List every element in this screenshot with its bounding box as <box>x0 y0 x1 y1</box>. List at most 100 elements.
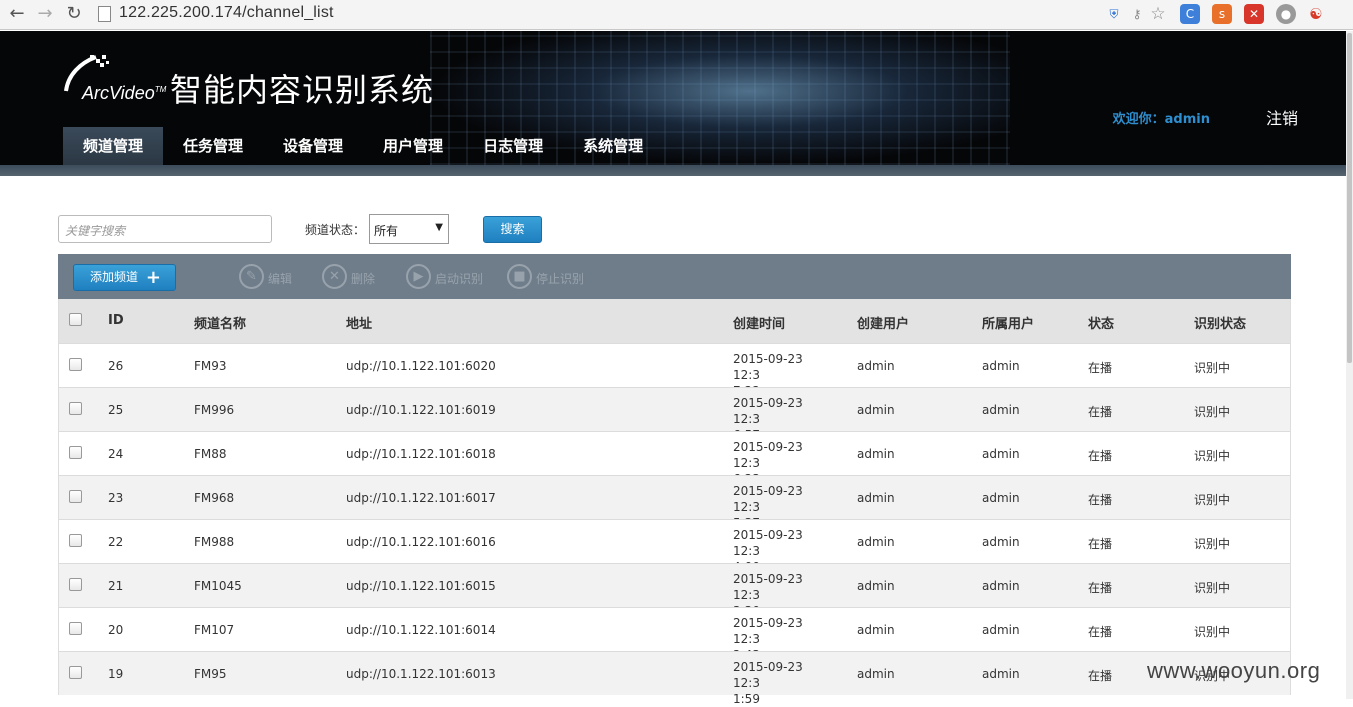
row-checkbox[interactable] <box>69 578 82 591</box>
cell-address: udp://10.1.122.101:6019 <box>346 403 496 417</box>
row-checkbox[interactable] <box>69 358 82 371</box>
table-row[interactable]: 22 FM988 udp://10.1.122.101:6016 admin admin… <box>59 519 1290 574</box>
cell-id: 24 <box>108 447 124 461</box>
edit-label: 编辑 <box>268 272 293 286</box>
header-created-time[interactable]: 创建时间 <box>733 313 785 332</box>
system-title: 智能内容识别系统 <box>170 71 435 109</box>
cell-id: 19 <box>108 667 124 681</box>
header-id[interactable]: ID <box>108 313 124 328</box>
cell-owner: admin <box>982 579 1020 593</box>
select-all-checkbox[interactable] <box>69 313 82 326</box>
cell-owner: admin <box>982 667 1020 681</box>
time-line-1: 2015-09-23 12:3 <box>733 484 803 514</box>
cell-recognition-status: 识别中 <box>1194 581 1231 595</box>
table-row[interactable]: 26 FM93 udp://10.1.122.101:6020 admin admin 在… <box>59 343 1290 398</box>
cell-address: udp://10.1.122.101:6014 <box>346 623 496 637</box>
scrollbar-thumb[interactable] <box>1347 33 1352 363</box>
header-name[interactable]: 频道名称 <box>194 313 246 332</box>
extension-speed-icon[interactable]: s <box>1212 4 1232 24</box>
cell-name: FM968 <box>194 491 235 505</box>
play-icon: ▶ <box>406 264 431 289</box>
cell-id: 22 <box>108 535 124 549</box>
table-row[interactable]: 21 FM1045 udp://10.1.122.101:6015 admin admi… <box>59 563 1290 618</box>
extension-circle-icon[interactable]: ● <box>1276 4 1296 24</box>
channel-table: ID 频道名称 地址 创建时间 创建用户 所属用户 状态 识别状态 26 FM93… <box>58 299 1291 706</box>
nav-item-device[interactable]: 设备管理 <box>263 127 363 165</box>
extension-c-icon[interactable]: C <box>1180 4 1200 24</box>
header-creator[interactable]: 创建用户 <box>857 313 909 332</box>
nav-item-task[interactable]: 任务管理 <box>163 127 263 165</box>
row-checkbox[interactable] <box>69 446 82 459</box>
cell-name: FM88 <box>194 447 227 461</box>
table-row[interactable]: 24 FM88 udp://10.1.122.101:6018 admin admin 在… <box>59 431 1290 486</box>
cell-recognition-status: 识别中 <box>1194 449 1231 463</box>
time-line-1: 2015-09-23 12:3 <box>733 572 803 602</box>
nav-item-system[interactable]: 系统管理 <box>563 127 663 165</box>
nav-item-user[interactable]: 用户管理 <box>363 127 463 165</box>
cell-name: FM988 <box>194 535 235 549</box>
cell-status: 在播 <box>1088 669 1113 683</box>
cell-id: 20 <box>108 623 124 637</box>
logo-text: ArcVideoTM <box>82 83 167 103</box>
cell-id: 25 <box>108 403 124 417</box>
table-row[interactable]: 23 FM968 udp://10.1.122.101:6017 admin admin… <box>59 475 1290 530</box>
search-input[interactable]: 关键字搜索 <box>58 215 272 243</box>
header-recognition-status[interactable]: 识别状态 <box>1194 313 1246 332</box>
header-address[interactable]: 地址 <box>346 313 372 332</box>
row-checkbox[interactable] <box>69 666 82 679</box>
vertical-scrollbar[interactable] <box>1346 31 1353 699</box>
address-bar[interactable]: 122.225.200.174/channel_list <box>119 4 334 22</box>
table-body: 26 FM93 udp://10.1.122.101:6020 admin admin 在… <box>59 343 1290 706</box>
cell-status: 在播 <box>1088 581 1113 595</box>
cell-recognition-status: 识别中 <box>1194 361 1231 375</box>
cell-owner: admin <box>982 447 1020 461</box>
cell-status: 在播 <box>1088 405 1113 419</box>
add-channel-button[interactable]: 添加频道 + <box>73 264 176 291</box>
welcome-text: 欢迎你：admin <box>1112 112 1210 127</box>
table-row[interactable]: 19 FM95 udp://10.1.122.101:6013 admin admin 在… <box>59 651 1290 706</box>
search-button[interactable]: 搜索 <box>483 216 542 243</box>
key-icon[interactable]: ⚷ <box>1127 4 1147 24</box>
watermark: www.wooyun.org <box>1147 658 1321 683</box>
star-icon[interactable]: ☆ <box>1148 4 1168 24</box>
table-row[interactable]: 20 FM107 udp://10.1.122.101:6014 admin admin… <box>59 607 1290 662</box>
cell-created-time: 2015-09-23 12:3 1:59 <box>733 659 833 707</box>
cell-status: 在播 <box>1088 537 1113 551</box>
cell-creator: admin <box>857 359 895 373</box>
main-nav: 频道管理 任务管理 设备管理 用户管理 日志管理 系统管理 <box>63 127 663 165</box>
logout-link[interactable]: 注销 <box>1266 105 1298 129</box>
nav-item-channel[interactable]: 频道管理 <box>63 127 164 165</box>
extension-link-icon[interactable]: ☯ <box>1306 4 1326 24</box>
time-line-1: 2015-09-23 12:3 <box>733 440 803 470</box>
time-line-1: 2015-09-23 12:3 <box>733 616 803 646</box>
reload-icon[interactable]: ↻ <box>63 3 85 25</box>
cell-address: udp://10.1.122.101:6016 <box>346 535 496 549</box>
time-line-1: 2015-09-23 12:3 <box>733 660 803 690</box>
cell-address: udp://10.1.122.101:6017 <box>346 491 496 505</box>
nav-item-log[interactable]: 日志管理 <box>463 127 563 165</box>
cell-recognition-status: 识别中 <box>1194 625 1231 639</box>
forward-arrow-icon[interactable]: → <box>34 3 56 25</box>
cell-id: 23 <box>108 491 124 505</box>
row-checkbox[interactable] <box>69 534 82 547</box>
cell-address: udp://10.1.122.101:6018 <box>346 447 496 461</box>
start-recognition-label: 启动识别 <box>435 272 484 286</box>
row-checkbox[interactable] <box>69 622 82 635</box>
status-filter-label: 频道状态： <box>305 223 366 237</box>
back-arrow-icon[interactable]: ← <box>6 3 28 25</box>
table-row[interactable]: 25 FM996 udp://10.1.122.101:6019 admin admin… <box>59 387 1290 442</box>
header-status[interactable]: 状态 <box>1088 313 1114 332</box>
extension-x-icon[interactable]: ✕ <box>1244 4 1264 24</box>
cell-name: FM95 <box>194 667 227 681</box>
shield-icon[interactable]: ⛨ <box>1104 4 1124 24</box>
cell-owner: admin <box>982 491 1020 505</box>
cell-status: 在播 <box>1088 493 1113 507</box>
row-checkbox[interactable] <box>69 490 82 503</box>
header-owner[interactable]: 所属用户 <box>982 313 1034 332</box>
cell-recognition-status: 识别中 <box>1194 537 1231 551</box>
table-toolbar: 添加频道 + ✎ 编辑 ✕ 删除 ▶ 启动识别 ■ 停止识别 <box>58 254 1291 299</box>
cell-name: FM1045 <box>194 579 242 593</box>
status-filter-select[interactable]: 所有 ▼ <box>369 214 449 244</box>
row-checkbox[interactable] <box>69 402 82 415</box>
delete-x-icon: ✕ <box>322 264 347 289</box>
